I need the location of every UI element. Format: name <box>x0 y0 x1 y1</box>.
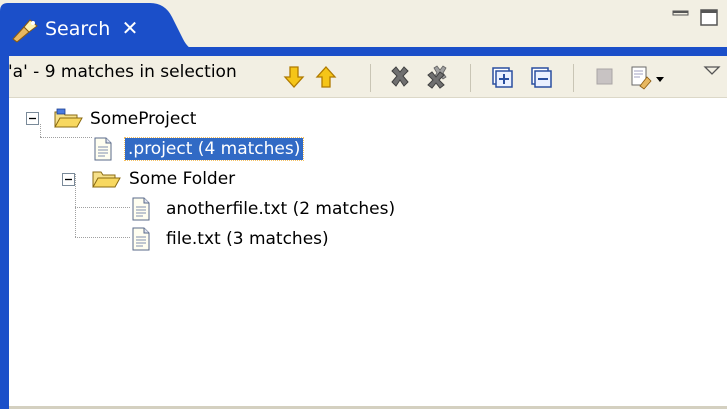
maximize-icon[interactable] <box>698 6 720 28</box>
tab-title: Search <box>45 18 111 40</box>
tree-item-label: SomeProject <box>90 109 197 129</box>
minimize-icon[interactable] <box>670 6 692 28</box>
remove-all-matches-icon[interactable] <box>425 64 451 90</box>
previous-match-icon[interactable] <box>313 64 339 90</box>
tree-connector <box>40 137 92 138</box>
tree-item-label: .project (4 matches) <box>123 137 305 161</box>
remove-selected-matches-icon[interactable] <box>387 64 413 90</box>
cancel-search-icon[interactable] <box>592 64 618 90</box>
tree-item-file-txt[interactable]: file.txt (3 matches) <box>130 226 430 252</box>
tree-item-someproject[interactable]: SomeProject <box>24 106 324 132</box>
toolbar-separator <box>370 64 371 92</box>
open-folder-icon <box>92 171 121 188</box>
collapse-toggle-icon[interactable] <box>26 112 39 125</box>
tab-bar-underline <box>0 47 727 56</box>
tree-item-label: anotherfile.txt (2 matches) <box>166 199 396 219</box>
collapse-toggle-icon[interactable] <box>62 173 75 186</box>
next-match-icon[interactable] <box>281 64 307 90</box>
open-project-icon <box>54 108 83 128</box>
search-status-text: 'a' - 9 matches in selection <box>8 62 237 82</box>
file-icon <box>94 137 112 161</box>
search-flashlight-icon <box>12 19 38 43</box>
tree-item-label: file.txt (3 matches) <box>166 229 329 249</box>
tree-connector <box>75 207 130 208</box>
tab-search[interactable]: Search ✕ <box>0 3 196 51</box>
view-tab-bar: Search ✕ <box>0 0 727 56</box>
tree-connector <box>75 237 130 238</box>
view-left-border <box>0 56 9 409</box>
search-history-icon[interactable] <box>628 64 654 90</box>
toolbar-separator <box>470 64 471 92</box>
collapse-all-icon[interactable] <box>528 64 554 90</box>
file-icon <box>132 227 150 251</box>
view-menu-icon[interactable] <box>702 58 722 84</box>
close-icon[interactable]: ✕ <box>119 17 141 39</box>
expand-all-icon[interactable] <box>489 64 515 90</box>
search-toolbar: 'a' - 9 matches in selection <box>0 56 727 98</box>
tree-item-anotherfile[interactable]: anotherfile.txt (2 matches) <box>130 196 430 222</box>
tree-item-label: Some Folder <box>129 169 236 189</box>
history-dropdown-chevron-icon[interactable] <box>654 64 666 90</box>
search-results-tree: SomeProject .project (4 matches) Some Fo… <box>0 98 727 407</box>
tree-item-project-file[interactable]: .project (4 matches) <box>92 136 352 162</box>
toolbar-separator <box>573 64 574 92</box>
tree-item-some-folder[interactable]: Some Folder <box>60 166 360 192</box>
file-icon <box>132 197 150 221</box>
